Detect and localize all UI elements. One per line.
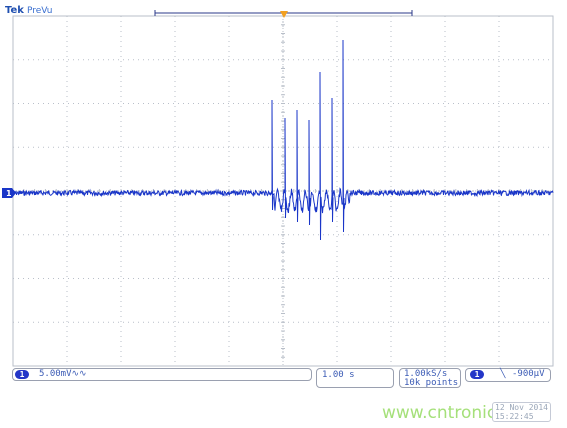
scope-display[interactable]: T 1 xyxy=(0,0,567,428)
time-text: 15:22:45 xyxy=(495,412,534,421)
channel1-readout[interactable]: 1 5.00mV∿∿ xyxy=(12,368,312,381)
channel1-marker-label: 1 xyxy=(6,189,12,198)
timebase-readout[interactable]: 1.00 s xyxy=(316,368,394,388)
timestamp-box: 12 Nov 2014 15:22:45 xyxy=(492,402,551,422)
record-length: 10k points xyxy=(404,378,459,388)
channel1-scale-value: 5.00mV xyxy=(39,369,72,379)
coupling-icon: ∿∿ xyxy=(71,369,87,379)
trigger-channel-badge: 1 xyxy=(470,370,484,379)
acquisition-readout[interactable]: 1.00kS/s 10k points xyxy=(399,368,461,388)
trigger-level: -900µV xyxy=(512,369,545,379)
timebase-value: 1.00 s xyxy=(322,370,355,380)
trigger-slope-icon: ╲ xyxy=(500,369,506,379)
channel1-badge: 1 xyxy=(15,370,29,379)
trigger-readout[interactable]: 1 ╲ -900µV xyxy=(465,368,551,382)
channel1-scale: 5.00mV∿∿ xyxy=(39,369,87,379)
date-text: 12 Nov 2014 xyxy=(495,403,548,412)
